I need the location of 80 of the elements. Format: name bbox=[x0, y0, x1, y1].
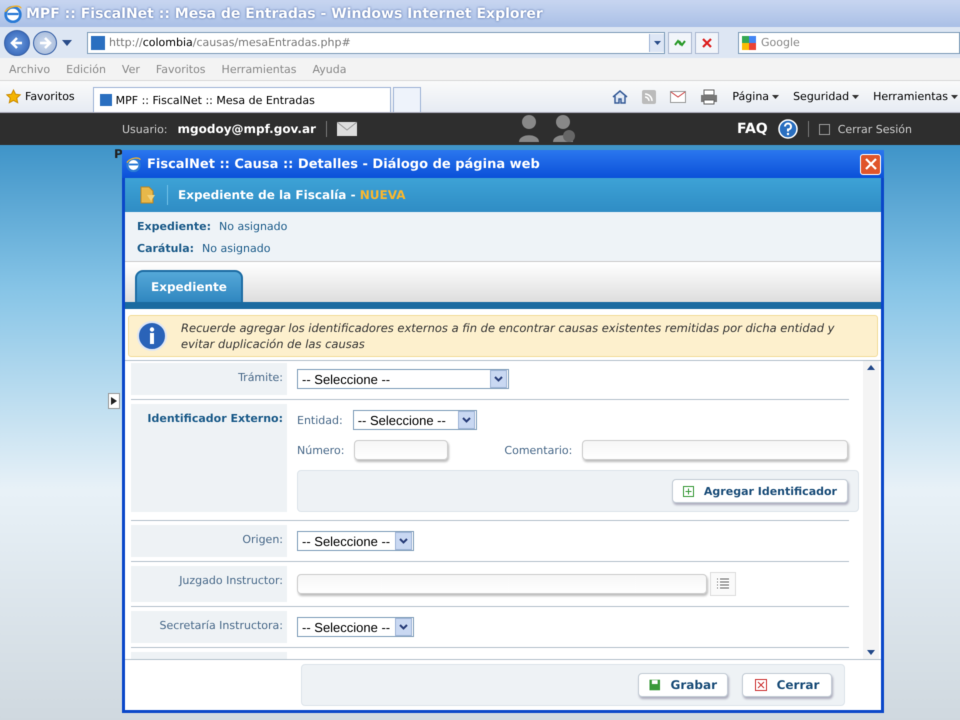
page-text: P bbox=[114, 147, 123, 161]
dropdown-button[interactable] bbox=[649, 34, 664, 52]
list-icon bbox=[716, 578, 730, 590]
close-button[interactable]: Cerrar bbox=[742, 673, 832, 697]
notice-text: Recuerde agregar los identificadores externos a fin de encontrar causas existentes remitidas por dicha entidad y evitar duplicación de las causas bbox=[181, 320, 836, 352]
command-menu[interactable]: Herramientas bbox=[873, 90, 958, 103]
arrow-right-icon bbox=[38, 36, 52, 50]
mail-icon[interactable] bbox=[670, 90, 686, 102]
site-logo-icon bbox=[100, 94, 112, 106]
arrow-up-icon[interactable] bbox=[867, 365, 875, 370]
search-provider-icon bbox=[742, 36, 756, 50]
court-field[interactable] bbox=[297, 574, 707, 594]
field-label: Origen: bbox=[131, 525, 287, 557]
field-label: Juzgado Instructor: bbox=[131, 566, 287, 602]
list-button[interactable] bbox=[710, 572, 736, 596]
folder-icon bbox=[139, 185, 157, 205]
select-field[interactable]: -- Seleccione -- bbox=[297, 369, 509, 389]
url-text: http://colombia/causas/mesaEntradas.php# bbox=[109, 36, 352, 49]
mail-icon[interactable] bbox=[336, 122, 357, 136]
command-menu[interactable]: Seguridad bbox=[793, 90, 860, 103]
caret-icon bbox=[654, 40, 660, 44]
home-icon[interactable] bbox=[612, 88, 628, 104]
favorites-button[interactable]: Favoritos bbox=[0, 89, 93, 104]
chevron-down-icon bbox=[399, 538, 408, 544]
caret-icon[interactable] bbox=[62, 40, 72, 46]
field-label: Identificador Externo: bbox=[131, 404, 287, 512]
dialog-title: FiscalNet :: Causa :: Detalles - Diálogo de página web bbox=[147, 156, 540, 172]
select-field[interactable]: -- Seleccione -- bbox=[297, 617, 414, 637]
users-drawing[interactable] bbox=[516, 114, 577, 144]
faq-link[interactable]: FAQ bbox=[736, 121, 768, 137]
field-label: Entidad: bbox=[297, 414, 343, 426]
logout-link[interactable]: Cerrar Sesión bbox=[818, 122, 912, 136]
back-button[interactable] bbox=[4, 30, 30, 56]
field-label: Expediente: bbox=[137, 220, 211, 233]
printer-icon[interactable] bbox=[700, 88, 718, 104]
browser-logo-icon bbox=[126, 156, 141, 172]
arrow-right-icon bbox=[111, 397, 117, 405]
add-button[interactable]: Agregar Identificador bbox=[672, 479, 848, 503]
caret-icon bbox=[951, 94, 958, 98]
arrow-left-icon bbox=[10, 36, 24, 50]
refresh-icon bbox=[673, 36, 687, 48]
field-label: Trámite: bbox=[131, 363, 287, 395]
site-logo-icon bbox=[91, 36, 105, 50]
chevron-down-icon bbox=[494, 376, 503, 382]
search-field[interactable]: Google bbox=[738, 32, 960, 54]
browser-logo-icon bbox=[4, 4, 22, 22]
user-label: Usuario: bbox=[122, 122, 168, 136]
comment-field[interactable] bbox=[582, 440, 848, 460]
select-field[interactable]: -- Seleccione -- bbox=[297, 531, 414, 551]
floppy-icon bbox=[649, 679, 661, 691]
caret-icon bbox=[772, 94, 780, 98]
address-field[interactable]: http://colombia/causas/mesaEntradas.php# bbox=[87, 32, 665, 54]
user-email: mgodoy@mpf.gov.ar bbox=[178, 122, 316, 136]
save-button[interactable]: Grabar bbox=[638, 673, 728, 697]
field-value: No asignado bbox=[202, 242, 270, 255]
help-icon[interactable] bbox=[778, 119, 798, 139]
browser-tab[interactable]: MPF :: FiscalNet :: Mesa de Entradas bbox=[92, 87, 391, 112]
status-label: NUEVA bbox=[360, 188, 406, 202]
scrollbar[interactable] bbox=[863, 361, 879, 659]
caret-icon bbox=[852, 94, 860, 98]
field-label: Secretaría Instructora: bbox=[131, 611, 287, 643]
field-value: No asignado bbox=[219, 220, 288, 233]
select-field[interactable]: -- Seleccione -- bbox=[352, 410, 477, 430]
number-field[interactable] bbox=[354, 440, 448, 460]
star-icon bbox=[6, 89, 21, 104]
command-menu[interactable]: Página bbox=[732, 90, 780, 103]
dialog-heading: Expediente de la Fiscalía - bbox=[178, 188, 357, 202]
field-label: Comentario: bbox=[504, 444, 572, 456]
info-icon bbox=[137, 321, 167, 351]
plus-icon bbox=[682, 486, 694, 496]
window-title: MPF :: FiscalNet :: Mesa de Entradas - Windows Internet Explorer bbox=[26, 6, 543, 22]
stop-button[interactable] bbox=[695, 32, 719, 54]
chevron-down-icon bbox=[399, 624, 408, 630]
forward-button[interactable] bbox=[33, 30, 57, 54]
field-label: Número: bbox=[297, 444, 344, 456]
arrow-down-icon[interactable] bbox=[867, 650, 875, 655]
field-label: Carátula: bbox=[137, 242, 194, 255]
expand-handle[interactable] bbox=[108, 393, 120, 409]
chevron-down-icon bbox=[462, 417, 471, 423]
close-button[interactable] bbox=[860, 154, 881, 174]
